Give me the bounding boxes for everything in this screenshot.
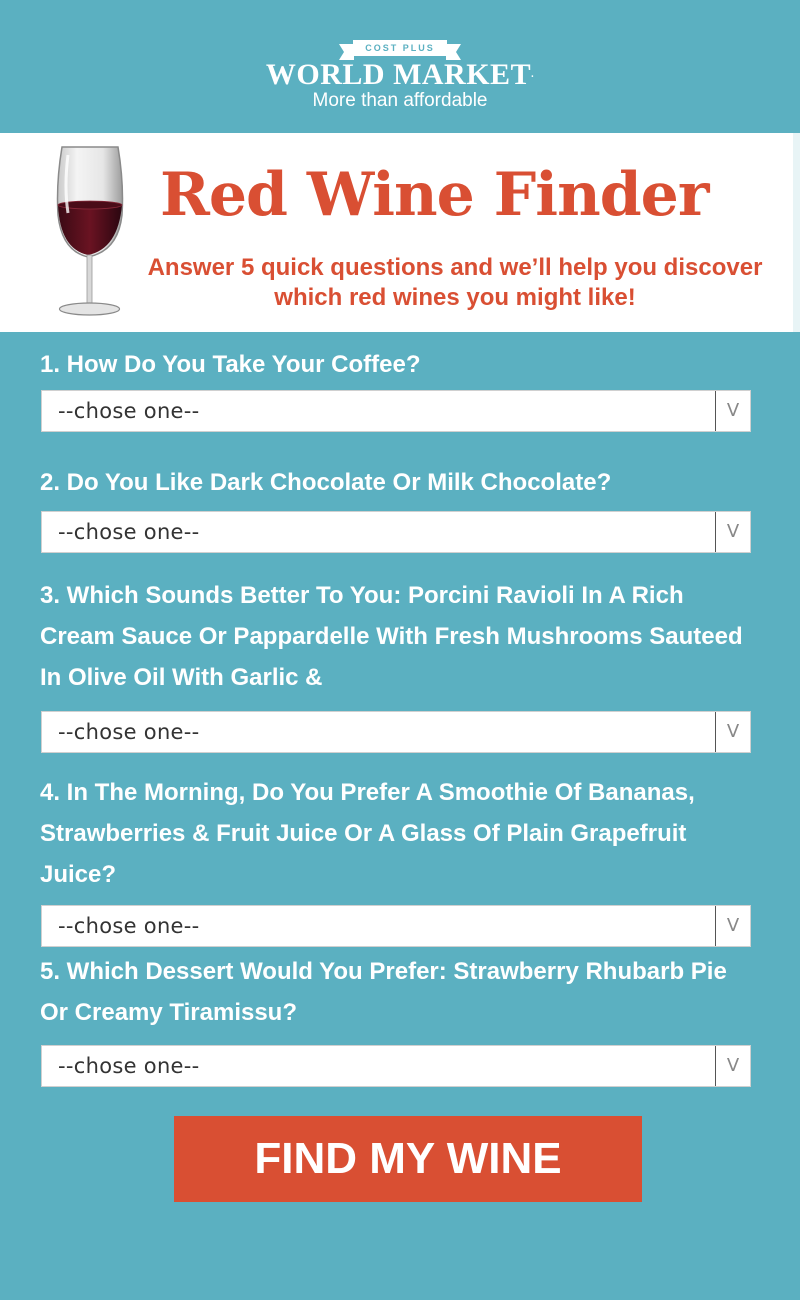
question-4-label: 4. In The Morning, Do You Prefer A Smoot…: [40, 779, 695, 888]
logo-name-text: WORLD MARKET: [265, 58, 532, 91]
site-header: COST PLUS WORLD MARKET. More than afford…: [0, 0, 800, 133]
question-1-selected-value: --chose one--: [58, 399, 200, 423]
question-1-label: 1. How Do You Take Your Coffee?: [40, 351, 421, 378]
chevron-down-icon[interactable]: V: [715, 712, 750, 752]
question-5-label: 5. Which Dessert Would You Prefer: Straw…: [40, 958, 727, 1026]
question-3-select[interactable]: --chose one-- V: [41, 711, 751, 753]
question-3-selected-value: --chose one--: [58, 720, 200, 744]
logo-banner: COST PLUS: [339, 40, 461, 60]
world-market-logo[interactable]: COST PLUS WORLD MARKET. More than afford…: [0, 38, 800, 112]
hero-panel: Red Wine Finder Answer 5 quick questions…: [0, 133, 800, 332]
question-4-selected-value: --chose one--: [58, 914, 200, 938]
logo-name: WORLD MARKET.: [0, 58, 800, 92]
logo-tagline: More than affordable: [312, 90, 488, 111]
question-1-select[interactable]: --chose one-- V: [41, 390, 751, 432]
question-2-selected-value: --chose one--: [58, 520, 200, 544]
question-2-select[interactable]: --chose one-- V: [41, 511, 751, 553]
chevron-down-icon[interactable]: V: [715, 391, 750, 431]
question-4-select[interactable]: --chose one-- V: [41, 905, 751, 947]
find-my-wine-button[interactable]: FIND MY WINE: [174, 1116, 642, 1202]
question-2-label: 2. Do You Like Dark Chocolate Or Milk Ch…: [40, 469, 612, 496]
chevron-down-icon[interactable]: V: [715, 512, 750, 552]
wine-glass-image: [56, 146, 124, 316]
page-title: Red Wine Finder: [160, 160, 709, 230]
chevron-down-icon[interactable]: V: [715, 1046, 750, 1086]
question-5-selected-value: --chose one--: [58, 1054, 200, 1078]
question-3-label: 3. Which Sounds Better To You: Porcini R…: [40, 582, 743, 691]
question-5-select[interactable]: --chose one-- V: [41, 1045, 751, 1087]
logo-trademark: .: [531, 69, 535, 80]
chevron-down-icon[interactable]: V: [715, 906, 750, 946]
page-subtitle: Answer 5 quick questions and we’ll help …: [147, 254, 763, 311]
